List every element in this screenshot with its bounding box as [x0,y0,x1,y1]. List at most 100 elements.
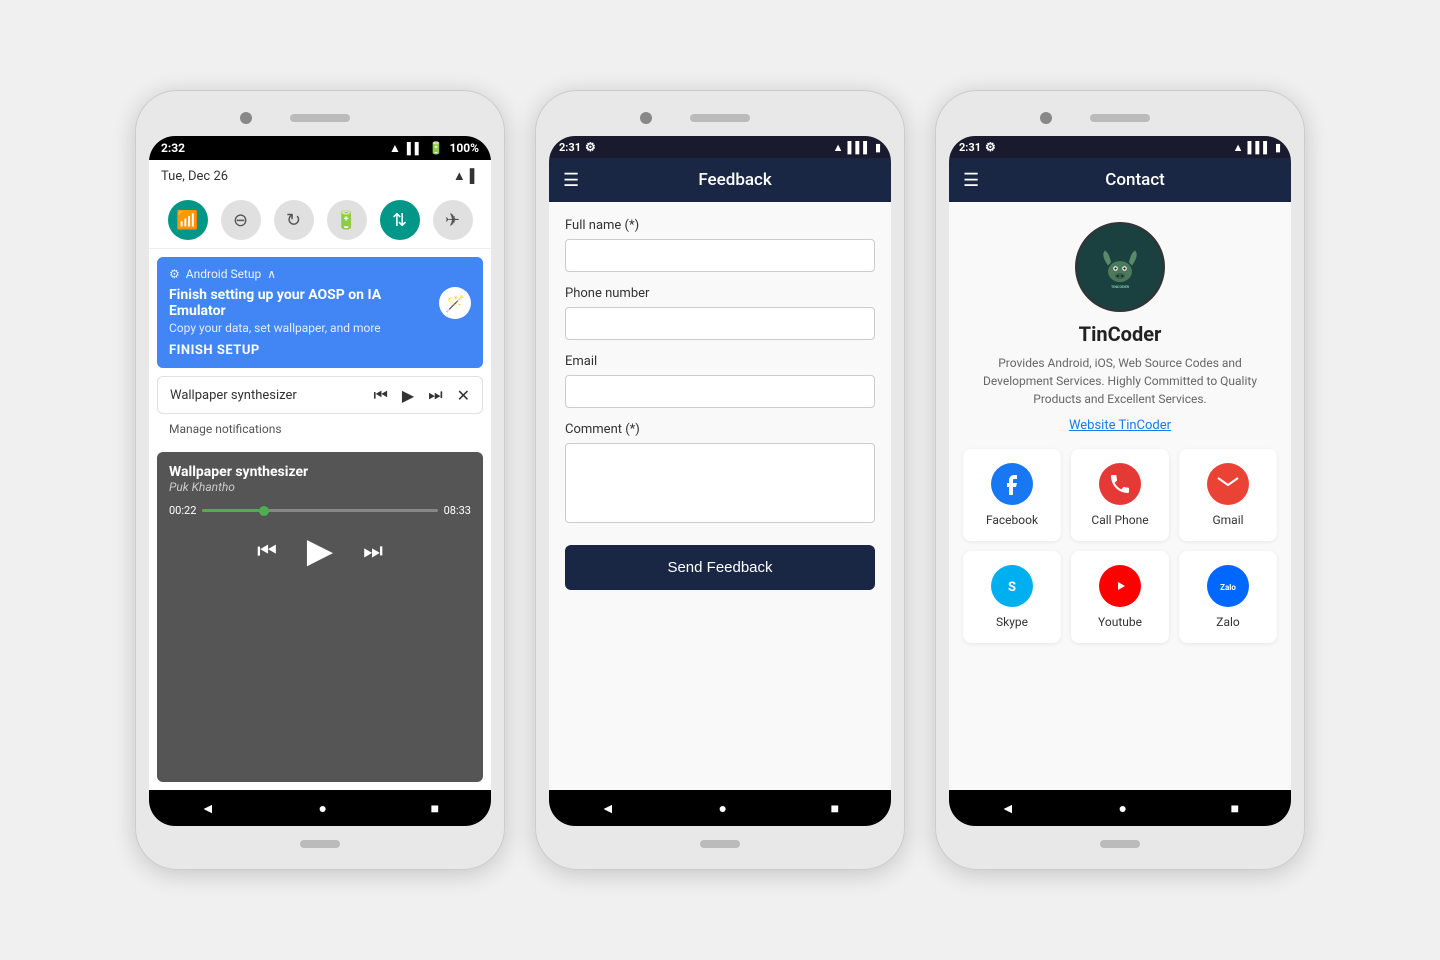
phone1-back-btn[interactable]: ◄ [201,800,215,817]
comment-label: Comment (*) [565,422,875,437]
phone-2-speaker [690,114,750,122]
close-icon[interactable]: ✕ [457,386,470,405]
qs-airplane-icon[interactable]: ✈ [433,200,473,240]
phone1-wifi-icon: ▲ [389,141,401,155]
phone-number-input[interactable] [565,307,875,340]
setup-card-text: Finish setting up your AOSP on IA Emulat… [169,287,439,335]
send-feedback-button[interactable]: Send Feedback [565,545,875,590]
svg-text:TINCODER: TINCODER [1111,285,1130,289]
phone2-home-btn[interactable]: ● [718,800,726,817]
phone3-gear-icon: ⚙ [985,140,996,154]
callphone-label: Call Phone [1091,513,1148,527]
qs-sync-icon[interactable]: ↻ [274,200,314,240]
setup-card-body: Finish setting up your AOSP on IA Emulat… [169,287,471,335]
phone2-recents-btn[interactable]: ■ [831,800,839,817]
phone-2-top [549,104,891,132]
contact-item-gmail[interactable]: Gmail [1179,449,1277,541]
phone3-back-btn[interactable]: ◄ [1001,800,1015,817]
contact-item-skype[interactable]: S Skype [963,551,1061,643]
phone1-home-btn[interactable]: ● [318,800,326,817]
qs-wifi-icon[interactable]: 📶 [168,200,208,240]
phone1-signal-icon: ▌▌ [407,142,423,155]
qs-battery-icon[interactable]: 🔋 [327,200,367,240]
svg-text:Zalo: Zalo [1220,583,1236,592]
progress-bar-container: 00:22 08:33 [169,504,471,517]
contact-avatar: TINCODER [1075,222,1165,312]
phone-3-top [949,104,1291,132]
phone-1: 2:32 ▲ ▌▌ 🔋 100% Tue, Dec 26 ▲ ▌ 📶 ⊖ [135,90,505,870]
tincoder-logo-svg: TINCODER [1090,237,1150,297]
phone-3-camera [1040,112,1052,124]
contact-description: Provides Android, iOS, Web Source Codes … [963,354,1277,408]
phone-2-bottom [549,832,891,856]
music-notif-controls: ⏮ ▶ ⏭ ✕ [373,385,470,405]
phone2-signal-bars: ▌▌▌ [848,141,871,154]
phone1-cell-signal: ▌ [470,168,479,184]
phone-1-camera [240,112,252,124]
phone-2-screen: 2:31 ⚙ ▲ ▌▌▌ ▮ ☰ Feedback Full name (*) [549,136,891,826]
phone3-home-btn[interactable]: ● [1118,800,1126,817]
prev-icon[interactable]: ⏮ [373,385,387,405]
progress-bar[interactable] [202,509,437,512]
contact-item-youtube[interactable]: Youtube [1071,551,1169,643]
setup-card-header-label: Android Setup [186,267,261,281]
phone3-time: 2:31 [959,141,981,154]
skype-label: Skype [996,615,1028,629]
phone3-recents-btn[interactable]: ■ [1231,800,1239,817]
phone3-nav-bar: ◄ ● ■ [949,790,1291,826]
phone-number-label: Phone number [565,286,875,301]
setup-card-title: Finish setting up your AOSP on IA Emulat… [169,287,439,319]
contact-website-link[interactable]: Website TinCoder [1069,418,1171,433]
email-field: Email [565,354,875,408]
phone-3-bottom [949,832,1291,856]
phone-number-field: Phone number [565,286,875,340]
phone2-status-bar: 2:31 ⚙ ▲ ▌▌▌ ▮ [549,136,891,158]
manage-notifications-label[interactable]: Manage notifications [149,414,491,444]
phone1-quick-settings: 📶 ⊖ ↻ 🔋 ⇅ ✈ [149,192,491,249]
contact-item-callphone[interactable]: Call Phone [1071,449,1169,541]
full-name-input[interactable] [565,239,875,272]
phone1-music-notif: Wallpaper synthesizer ⏮ ▶ ⏭ ✕ [157,376,483,414]
comment-textarea[interactable] [565,443,875,523]
phone3-wifi-icon: ▲ [1233,141,1244,154]
zalo-icon: Zalo [1207,565,1249,607]
total-time: 08:33 [444,504,471,517]
qs-dnd-icon[interactable]: ⊖ [221,200,261,240]
phone1-date: Tue, Dec 26 [161,169,228,184]
player-play-icon[interactable]: ▶ [307,531,333,571]
music-player-artist: Puk Khantho [169,480,471,494]
player-controls: ⏮ ▶ ⏭ [169,531,471,571]
phone1-wifi-signal: ▲ [453,168,466,184]
phone-1-speaker [290,114,350,122]
phone2-back-btn[interactable]: ◄ [601,800,615,817]
progress-fill [202,509,261,512]
youtube-label: Youtube [1098,615,1142,629]
player-next-icon[interactable]: ⏭ [363,539,383,564]
phone-1-top [149,104,491,132]
skype-icon: S [991,565,1033,607]
email-label: Email [565,354,875,369]
gmail-icon [1207,463,1249,505]
phone-3-speaker [1090,114,1150,122]
finish-setup-button[interactable]: FINISH SETUP [169,343,471,358]
contact-item-facebook[interactable]: Facebook [963,449,1061,541]
phone2-time: 2:31 [559,141,581,154]
phone1-status-bar: 2:32 ▲ ▌▌ 🔋 100% [149,136,491,160]
phone3-menu-icon[interactable]: ☰ [963,170,979,191]
phone2-menu-icon[interactable]: ☰ [563,170,579,191]
progress-dot [259,506,269,516]
gmail-label: Gmail [1212,513,1243,527]
phone3-contact-content: TINCODER TinCoder Provides Android, iOS,… [949,202,1291,790]
play-icon[interactable]: ▶ [402,386,414,405]
email-input[interactable] [565,375,875,408]
contact-item-zalo[interactable]: Zalo Zalo [1179,551,1277,643]
phone1-recents-btn[interactable]: ■ [431,800,439,817]
phones-container: 2:32 ▲ ▌▌ 🔋 100% Tue, Dec 26 ▲ ▌ 📶 ⊖ [95,50,1345,910]
phone1-setup-card: ⚙ Android Setup ∧ Finish setting up your… [157,257,483,368]
player-prev-icon[interactable]: ⏮ [257,539,277,564]
next-icon[interactable]: ⏭ [428,385,442,405]
qs-data-icon[interactable]: ⇅ [380,200,420,240]
phone2-nav-bar: ◄ ● ■ [549,790,891,826]
phone-2-home-button [700,840,740,848]
phone1-battery-icon: 🔋 [429,141,444,155]
